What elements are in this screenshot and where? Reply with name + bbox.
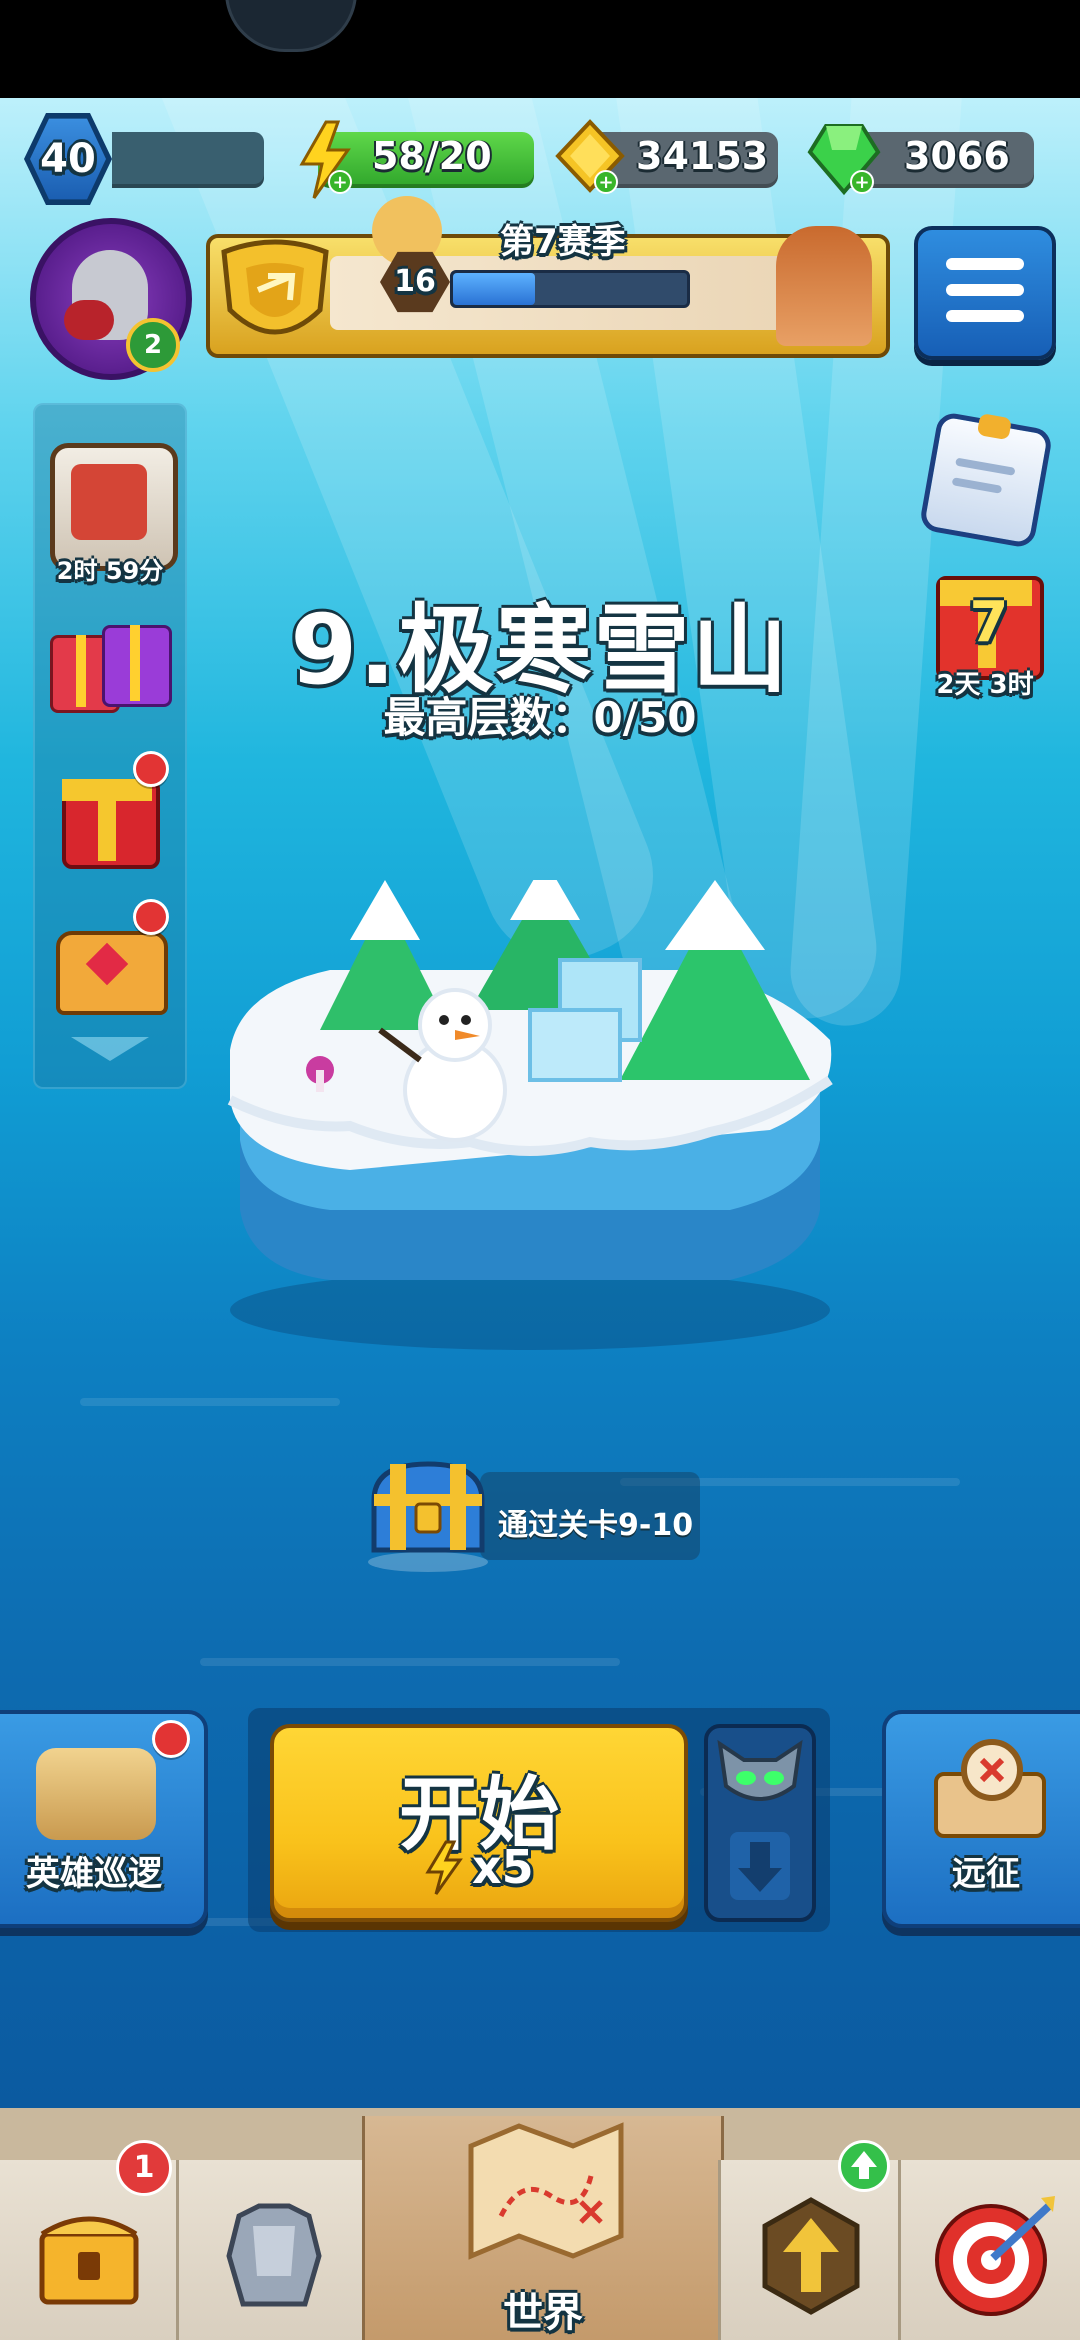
- gold-count: 34153: [636, 134, 769, 178]
- chest-notification-dot: [133, 899, 169, 935]
- season-rank: 16: [394, 264, 436, 299]
- avatar-badge: 2: [126, 318, 180, 372]
- target-icon: [935, 2196, 1055, 2316]
- clipboard-icon: [976, 413, 1013, 441]
- world-map-icon: [468, 2122, 624, 2260]
- player-level: 40: [40, 136, 96, 182]
- status-bar: [0, 0, 1080, 98]
- hooded-archer-icon: [776, 226, 872, 346]
- season-progress-track: [450, 270, 690, 308]
- menu-icon: [946, 258, 1024, 270]
- energy-count: 58/20: [372, 134, 492, 178]
- start-button[interactable]: 开始 x5: [270, 1724, 688, 1922]
- lightning-icon: [425, 1840, 463, 1895]
- season-shield-icon: [221, 239, 329, 335]
- nav-world-label: 世界: [503, 2290, 583, 2336]
- svg-text:+: +: [598, 172, 613, 193]
- reward-requirement: 通过关卡9-10: [498, 1508, 694, 1543]
- best-floor-label: 最高层数：0/50: [383, 693, 697, 742]
- nav-tab-world[interactable]: 世界: [362, 2116, 724, 2340]
- hero-patrol-label: 英雄巡逻: [26, 1854, 162, 1894]
- season-progress-fill: [453, 273, 535, 305]
- menu-button[interactable]: [914, 226, 1056, 360]
- svg-text:+: +: [332, 172, 347, 193]
- locked-chest-icon: [39, 2216, 139, 2305]
- snow-mountain-island[interactable]: [210, 880, 850, 1360]
- expedition-button[interactable]: 远征: [882, 1710, 1080, 1928]
- upgrade-available-icon: [838, 2140, 890, 2192]
- arrow-down-icon: [730, 1832, 790, 1900]
- gem-count: 3066: [904, 134, 1010, 178]
- floating-bubble-icon: [225, 0, 357, 52]
- gem-icon: +: [807, 124, 881, 196]
- lightning-icon: +: [299, 120, 352, 199]
- chest-badge: 1: [116, 2140, 172, 2196]
- demon-mask-icon: [717, 1739, 803, 1801]
- nav-tab-equipment[interactable]: [176, 2160, 363, 2340]
- quest-clipboard-button[interactable]: [918, 410, 1054, 550]
- start-cost: x5: [472, 1840, 534, 1894]
- left-sidebar: 2时 59分: [33, 403, 187, 1089]
- reward-chest-icon[interactable]: [362, 1450, 494, 1574]
- upgrade-arrow-icon: [762, 2197, 860, 2315]
- season-title: 第7赛季: [500, 222, 626, 262]
- island-map-icon: [36, 1748, 156, 1840]
- fire-book-icon: [71, 464, 147, 540]
- armor-icon: [226, 2203, 322, 2307]
- xp-bar: [112, 132, 264, 188]
- svg-text:+: +: [854, 172, 869, 193]
- gift-notification-dot: [133, 751, 169, 787]
- chevron-down-icon[interactable]: [65, 1031, 155, 1067]
- hero-patrol-notification-dot: [152, 1720, 190, 1758]
- difficulty-toggle-button[interactable]: [704, 1724, 816, 1922]
- expedition-label: 远征: [952, 1854, 1020, 1894]
- nav-tab-challenge[interactable]: [898, 2160, 1080, 2340]
- treasure-map-icon: [934, 1739, 1046, 1838]
- gold-coin-icon: +: [555, 119, 625, 194]
